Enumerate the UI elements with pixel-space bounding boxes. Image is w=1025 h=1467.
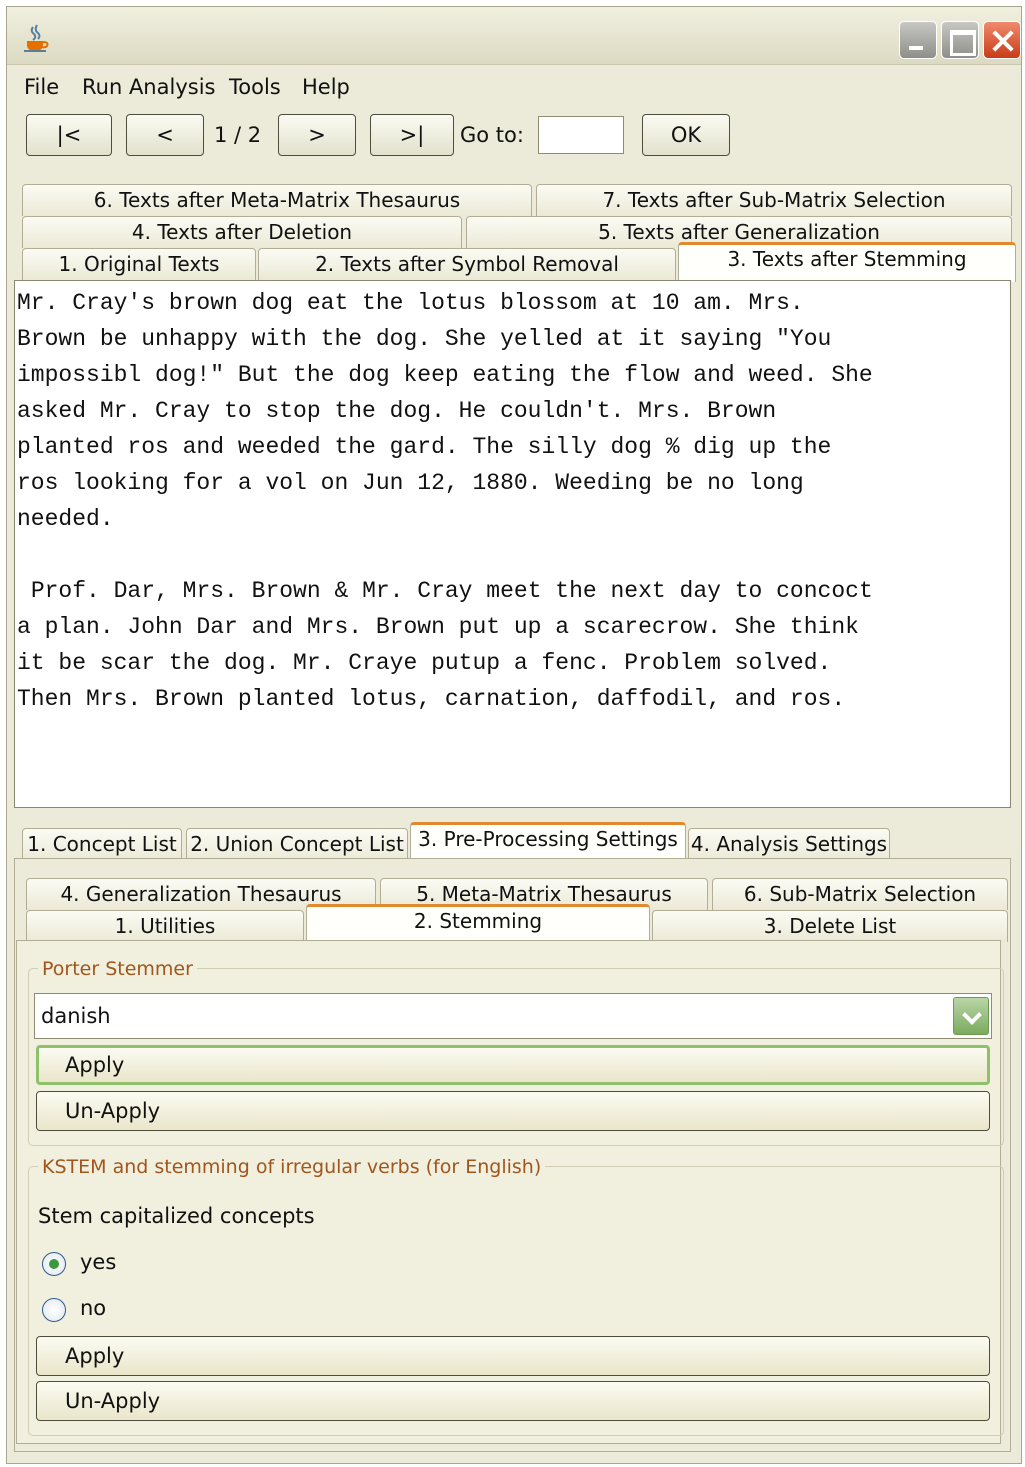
chevron-down-icon[interactable]	[953, 997, 989, 1035]
title-bar[interactable]	[7, 7, 1021, 65]
tab-texts-after-stemming[interactable]: 3. Texts after Stemming	[678, 242, 1016, 282]
menu-help[interactable]: Help	[302, 75, 350, 99]
text-paragraph: Mr. Cray's brown dog eat the lotus bloss…	[17, 290, 873, 532]
menu-tools[interactable]: Tools	[229, 75, 281, 99]
close-button[interactable]	[983, 21, 1021, 59]
next-page-button[interactable]: >	[278, 114, 356, 156]
ok-button[interactable]: OK	[642, 114, 730, 156]
goto-label: Go to:	[460, 123, 524, 147]
tab-delete-list[interactable]: 3. Delete List	[652, 910, 1008, 942]
tab-texts-after-sub-matrix-selection[interactable]: 7. Texts after Sub-Matrix Selection	[536, 184, 1012, 216]
previous-page-button[interactable]: <	[126, 114, 204, 156]
kstem-title: KSTEM and stemming of irregular verbs (f…	[38, 1156, 546, 1178]
language-select[interactable]: danish	[34, 993, 992, 1039]
text-paragraph: Prof. Dar, Mrs. Brown & Mr. Cray meet th…	[17, 578, 873, 712]
last-page-button[interactable]: >|	[370, 114, 454, 156]
menu-run-analysis[interactable]: Run Analysis	[82, 75, 215, 99]
radio-yes[interactable]	[42, 1252, 66, 1276]
radio-no-label[interactable]: no	[80, 1296, 106, 1320]
page-indicator: 1 / 2	[214, 123, 262, 147]
menu-file[interactable]: File	[24, 75, 59, 99]
stem-capitalized-label: Stem capitalized concepts	[38, 1204, 315, 1228]
radio-no[interactable]	[42, 1298, 66, 1322]
kstem-unapply-button[interactable]: Un-Apply	[36, 1381, 990, 1421]
radio-yes-label[interactable]: yes	[80, 1250, 116, 1274]
tab-pre-processing-settings[interactable]: 3. Pre-Processing Settings	[410, 822, 686, 862]
tab-utilities[interactable]: 1. Utilities	[26, 910, 304, 942]
tab-texts-after-deletion[interactable]: 4. Texts after Deletion	[22, 216, 462, 248]
tab-texts-after-symbol-removal[interactable]: 2. Texts after Symbol Removal	[258, 248, 676, 280]
tab-stemming[interactable]: 2. Stemming	[306, 904, 650, 942]
java-cup-icon	[24, 24, 49, 52]
kstem-apply-button[interactable]: Apply	[36, 1336, 990, 1376]
porter-unapply-button[interactable]: Un-Apply	[36, 1091, 990, 1131]
menu-bar: File Run Analysis Tools Help	[6, 66, 1022, 106]
porter-apply-button[interactable]: Apply	[36, 1045, 990, 1085]
minimize-button[interactable]	[899, 21, 937, 59]
tab-sub-matrix-selection[interactable]: 6. Sub-Matrix Selection	[712, 878, 1008, 910]
maximize-button[interactable]	[941, 21, 979, 59]
language-select-value: danish	[41, 1004, 111, 1028]
tab-union-concept-list[interactable]: 2. Union Concept List	[186, 828, 408, 862]
tab-analysis-settings[interactable]: 4. Analysis Settings	[688, 828, 890, 862]
tab-original-texts[interactable]: 1. Original Texts	[22, 248, 256, 280]
stemmed-text-area[interactable]: Mr. Cray's brown dog eat the lotus bloss…	[14, 280, 1011, 808]
first-page-button[interactable]: |<	[26, 114, 112, 156]
tab-concept-list[interactable]: 1. Concept List	[22, 828, 182, 862]
tab-texts-after-meta-matrix-thesaurus[interactable]: 6. Texts after Meta-Matrix Thesaurus	[22, 184, 532, 216]
goto-input[interactable]	[538, 116, 624, 154]
porter-stemmer-title: Porter Stemmer	[38, 958, 197, 980]
